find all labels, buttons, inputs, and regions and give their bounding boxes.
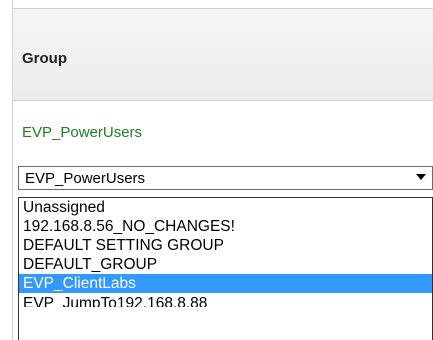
column-header-group[interactable]: Group xyxy=(13,9,433,101)
combobox-selected-value: EVP_PowerUsers xyxy=(25,170,146,187)
dropdown-option-no-changes[interactable]: 192.168.8.56_NO_CHANGES! xyxy=(19,217,432,236)
grid-top-strip xyxy=(13,0,433,9)
dropdown-arrow-icon[interactable] xyxy=(416,174,426,180)
dropdown-option-unassigned[interactable]: Unassigned xyxy=(19,198,432,217)
grid-left-border xyxy=(0,0,13,340)
dropdown-option-default-group[interactable]: DEFAULT_GROUP xyxy=(19,255,432,274)
group-cell-value: EVP_PowerUsers xyxy=(22,124,143,141)
dropdown-option-default-setting-group[interactable]: DEFAULT SETTING GROUP xyxy=(19,236,432,255)
dropdown-option-evp-clientlabs[interactable]: EVP_ClientLabs xyxy=(19,274,432,293)
group-combobox[interactable]: EVP_PowerUsers xyxy=(18,166,433,190)
column-header-label: Group xyxy=(22,50,67,67)
dropdown-option-evp-jumpto[interactable]: EVP_JumpTo192.168.8.88 xyxy=(19,293,432,307)
group-dropdown-list[interactable]: Unassigned 192.168.8.56_NO_CHANGES! DEFA… xyxy=(18,197,433,340)
